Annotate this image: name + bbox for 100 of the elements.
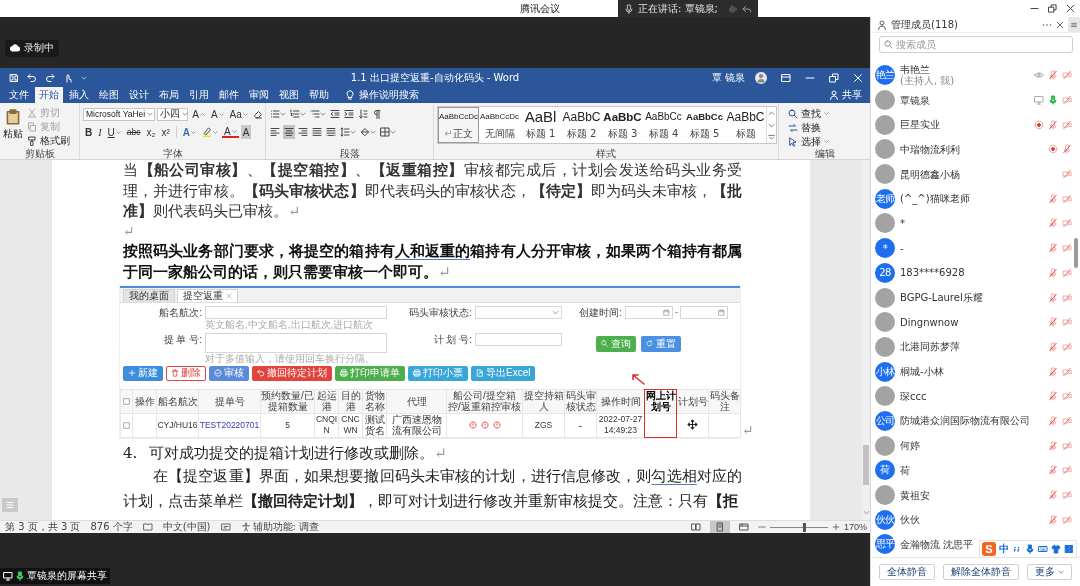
- camera-off-icon[interactable]: [1062, 415, 1072, 426]
- ribbon-tab[interactable]: 帮助: [305, 87, 333, 103]
- panel-button[interactable]: 全体静音: [879, 564, 935, 580]
- show-marks-button[interactable]: [371, 107, 383, 121]
- camera-off-icon[interactable]: [1062, 70, 1072, 81]
- italic-button[interactable]: I: [96, 125, 104, 139]
- change-case-button[interactable]: Aa: [227, 107, 250, 121]
- mic-muted-icon[interactable]: [1048, 366, 1058, 377]
- camera-off-icon[interactable]: [1062, 95, 1072, 106]
- mic-muted-icon[interactable]: [1048, 119, 1058, 130]
- mic-muted-icon[interactable]: [1048, 193, 1058, 204]
- mic-muted-icon[interactable]: [1048, 391, 1058, 402]
- camera-off-icon[interactable]: [1062, 440, 1072, 451]
- textarea-field[interactable]: [205, 332, 387, 353]
- camera-off-icon[interactable]: [1062, 490, 1072, 501]
- camera-off-icon[interactable]: [1062, 292, 1072, 303]
- replace-button[interactable]: 替换: [788, 121, 867, 134]
- mic-muted-icon[interactable]: [1048, 292, 1058, 303]
- highlight-button[interactable]: [200, 125, 220, 139]
- macro-icon[interactable]: [220, 522, 231, 532]
- zoom-out-icon[interactable]: [757, 523, 766, 531]
- slider-thumb[interactable]: [802, 522, 806, 532]
- ime-mode[interactable]: 中: [999, 542, 1009, 556]
- justify-button[interactable]: [311, 125, 323, 139]
- back-arrow-icon[interactable]: [742, 3, 752, 14]
- close-icon[interactable]: [1056, 20, 1064, 29]
- keyboard-icon[interactable]: [1038, 544, 1048, 554]
- shrink-font-button[interactable]: A: [208, 107, 226, 121]
- date-field[interactable]: [680, 305, 728, 319]
- style-item[interactable]: AaBbCc 标题 4: [643, 107, 684, 143]
- font-name-field[interactable]: Microsoft YaHei: [83, 107, 156, 121]
- input-field[interactable]: [205, 305, 387, 319]
- search-field[interactable]: 搜索成员: [879, 36, 1073, 53]
- format-painter-button[interactable]: 格式刷: [27, 134, 70, 147]
- mic-muted-icon[interactable]: [1048, 317, 1058, 328]
- paste-button[interactable]: 粘贴: [3, 105, 23, 148]
- find-button[interactable]: 查找: [788, 107, 867, 120]
- strikethrough-button[interactable]: abc: [124, 125, 143, 139]
- style-item[interactable]: AaBbC 标题 3: [602, 107, 643, 143]
- font-color-button[interactable]: A: [222, 126, 239, 138]
- undo-icon[interactable]: [27, 72, 37, 83]
- increase-indent-button[interactable]: [343, 107, 355, 121]
- page-tab[interactable]: 我的桌面: [123, 288, 175, 302]
- word-count[interactable]: 876 个字: [90, 521, 133, 533]
- bold-button[interactable]: B: [83, 125, 95, 139]
- panel-button[interactable]: 解除全体静音: [943, 564, 1019, 580]
- ribbon-tab[interactable]: 布局: [155, 87, 183, 103]
- ribbon-tab[interactable]: 绘图: [95, 87, 123, 103]
- style-item[interactable]: AaBbCc 标题 5: [684, 107, 725, 143]
- select-button[interactable]: 选择: [788, 135, 867, 148]
- mic-muted-icon[interactable]: [1048, 341, 1058, 352]
- multilevel-list-button[interactable]: [309, 107, 327, 121]
- accessibility-button[interactable]: 辅助功能: 调查: [240, 521, 320, 533]
- mic-icon[interactable]: [1048, 95, 1058, 106]
- decrease-indent-button[interactable]: [329, 107, 341, 121]
- hand-icon[interactable]: [63, 72, 73, 83]
- mic-icon[interactable]: [1025, 544, 1035, 554]
- ribbon-tab[interactable]: 开始: [35, 87, 63, 103]
- vertical-scrollbar[interactable]: [862, 160, 870, 520]
- camera-off-icon[interactable]: [1062, 193, 1072, 204]
- camera-off-icon[interactable]: [1062, 169, 1072, 180]
- close-icon[interactable]: [1066, 4, 1075, 13]
- zoom-in-icon[interactable]: [831, 523, 840, 531]
- grow-font-button[interactable]: A: [190, 107, 207, 121]
- camera-off-icon[interactable]: [1062, 366, 1072, 377]
- mic-muted-icon[interactable]: [1048, 465, 1058, 476]
- tell-me-search[interactable]: 操作说明搜索: [345, 87, 419, 103]
- scroll-up-icon[interactable]: [768, 109, 775, 117]
- redo-icon[interactable]: [45, 72, 55, 83]
- user-name[interactable]: 覃 镜泉: [711, 70, 745, 85]
- page-tab[interactable]: 提空返重: [177, 288, 238, 302]
- mic-muted-icon[interactable]: [1062, 144, 1072, 155]
- character-shading-button[interactable]: A: [240, 125, 252, 139]
- select-field[interactable]: [475, 305, 562, 319]
- scrollbar-thumb[interactable]: [863, 445, 869, 485]
- style-item[interactable]: AaBbCcDc 无间隔: [479, 107, 520, 143]
- grid-icon[interactable]: [1064, 544, 1074, 554]
- ribbon-tab[interactable]: 视图: [275, 87, 303, 103]
- mic-muted-icon[interactable]: [1048, 514, 1058, 525]
- ribbon-tab[interactable]: 设计: [125, 87, 153, 103]
- ribbon-tab[interactable]: 审阅: [245, 87, 273, 103]
- text-effects-button[interactable]: A: [180, 125, 198, 139]
- proofing-icon[interactable]: [142, 522, 153, 532]
- camera-off-icon[interactable]: [1062, 267, 1072, 278]
- superscript-button[interactable]: x²: [159, 125, 172, 139]
- language-label[interactable]: 中文(中国): [162, 521, 211, 533]
- print-layout-button[interactable]: [709, 521, 730, 533]
- scroll-down-icon[interactable]: [768, 121, 775, 129]
- style-item[interactable]: AaBl 标题 1: [520, 107, 561, 143]
- sort-button[interactable]: [357, 107, 369, 121]
- punctuation-icon[interactable]: [1012, 544, 1022, 554]
- borders-button[interactable]: [379, 125, 397, 139]
- camera-off-icon[interactable]: [1062, 341, 1072, 352]
- ribbon-options-icon[interactable]: [781, 72, 791, 83]
- align-right-button[interactable]: [297, 125, 309, 139]
- align-center-button[interactable]: [283, 125, 295, 139]
- zoom-level[interactable]: 170%: [843, 521, 867, 533]
- mic-muted-icon[interactable]: [1048, 243, 1058, 254]
- page-count[interactable]: 第 3 页，共 3 页: [5, 521, 81, 533]
- shirt-icon[interactable]: [1051, 544, 1061, 554]
